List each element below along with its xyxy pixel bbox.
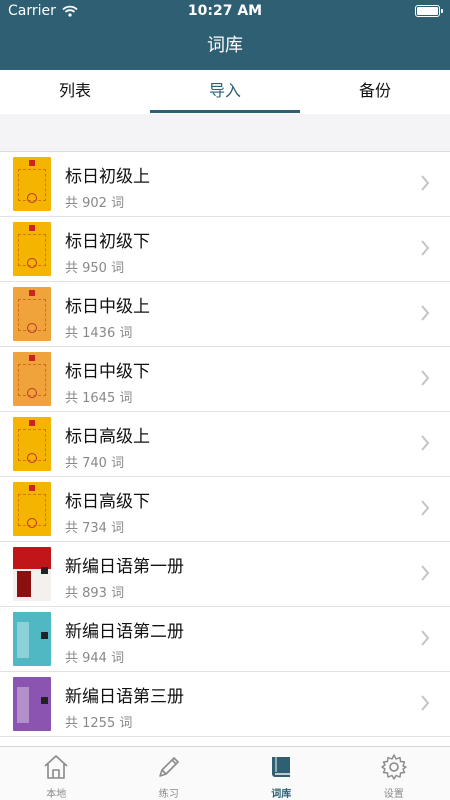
segment-tabs: 列表 导入 备份 [0, 70, 450, 114]
book-row[interactable]: 标日初级上共 902 词 [0, 152, 450, 217]
book-word-count: 共 944 词 [65, 651, 125, 666]
chevron-right-icon [421, 240, 430, 256]
book-title: 标日中级下 [65, 362, 150, 382]
book-word-count: 共 902 词 [65, 196, 125, 211]
tabbar-item-practice[interactable]: 练习 [113, 747, 226, 800]
book-title: 标日初级下 [65, 232, 150, 252]
book-list[interactable]: 标日初级上共 902 词标日初级下共 950 词标日中级上共 1436 词标日中… [0, 152, 450, 746]
book-word-count: 共 1255 词 [65, 716, 133, 731]
book-cover-image [13, 417, 51, 471]
chevron-right-icon [421, 500, 430, 516]
book-word-count: 共 1436 词 [65, 326, 133, 341]
book-row[interactable]: 新编日语第三册共 1255 词 [0, 672, 450, 737]
gear-icon [381, 754, 407, 780]
tab-import[interactable]: 导入 [150, 70, 300, 114]
battery-icon [415, 5, 443, 17]
book-cover-image [13, 612, 51, 666]
tab-list[interactable]: 列表 [0, 70, 150, 114]
book-cover-image [13, 287, 51, 341]
status-time: 10:27 AM [187, 3, 263, 19]
book-row[interactable]: 标日中级下共 1645 词 [0, 347, 450, 412]
book-title: 新编日语第三册 [65, 687, 184, 707]
home-icon [44, 755, 68, 779]
book-title: 新编日语第二册 [65, 622, 184, 642]
book-title: 标日初级上 [65, 167, 150, 187]
tabbar-label: 练习 [158, 789, 179, 800]
book-row[interactable]: 标日高级上共 740 词 [0, 412, 450, 477]
book-cover-image [13, 222, 51, 276]
book-cover-image [13, 547, 51, 601]
book-cover-image [13, 677, 51, 731]
tab-label: 备份 [358, 81, 391, 100]
book-title: 标日高级下 [65, 492, 150, 512]
chevron-right-icon [421, 435, 430, 451]
tabbar-item-vocab[interactable]: 词库 [225, 747, 338, 800]
tab-label: 导入 [208, 81, 241, 100]
pencil-icon [158, 757, 179, 777]
tab-label: 列表 [58, 81, 91, 100]
book-icon [272, 757, 291, 777]
book-cover-image [13, 352, 51, 406]
chevron-right-icon [421, 305, 430, 321]
book-row[interactable]: 新编日语第二册共 944 词 [0, 607, 450, 672]
tabbar-label: 本地 [46, 789, 67, 800]
section-spacer [0, 114, 450, 152]
tabbar-label: 设置 [383, 789, 404, 800]
status-bar: Carrier 10:27 AM [0, 0, 450, 22]
book-word-count: 共 950 词 [65, 261, 125, 276]
tabbar-item-settings[interactable]: 设置 [338, 747, 450, 800]
chevron-right-icon [421, 695, 430, 711]
chevron-right-icon [421, 370, 430, 386]
book-word-count: 共 1645 词 [65, 391, 133, 406]
tab-bar: 本地 练习 词库 设置 [0, 746, 450, 800]
book-row[interactable]: 标日中级上共 1436 词 [0, 282, 450, 347]
book-row[interactable]: 新编日语第一册共 893 词 [0, 542, 450, 607]
book-word-count: 共 734 词 [65, 521, 125, 536]
book-row[interactable]: 标日高级下共 734 词 [0, 477, 450, 542]
tabbar-label: 词库 [271, 789, 292, 800]
chevron-right-icon [421, 175, 430, 191]
book-cover-image [13, 157, 51, 211]
chevron-right-icon [421, 630, 430, 646]
book-title: 标日中级上 [65, 297, 150, 317]
book-title: 标日高级上 [65, 427, 150, 447]
book-row[interactable]: 标日初级下共 950 词 [0, 217, 450, 282]
book-title: 新编日语第一册 [65, 557, 184, 577]
tab-backup[interactable]: 备份 [300, 70, 450, 114]
chevron-right-icon [421, 565, 430, 581]
tabbar-item-local[interactable]: 本地 [0, 747, 113, 800]
book-word-count: 共 893 词 [65, 586, 125, 601]
book-cover-image [13, 482, 51, 536]
book-word-count: 共 740 词 [65, 456, 125, 471]
nav-bar: 词库 [0, 22, 450, 70]
page-title: 词库 [207, 35, 243, 56]
